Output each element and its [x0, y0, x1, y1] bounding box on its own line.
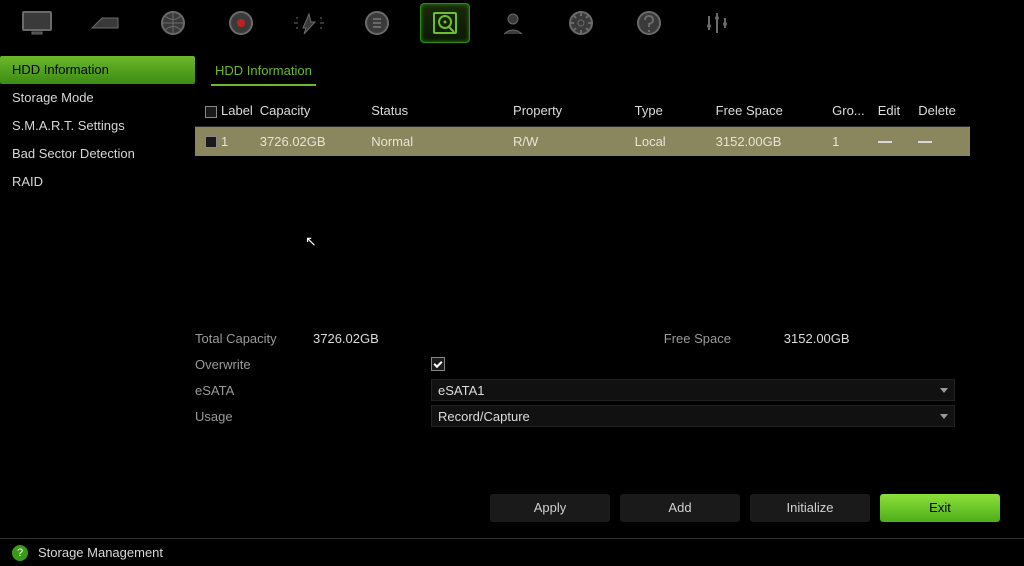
initialize-button[interactable]: Initialize: [750, 494, 870, 522]
sidebar-item-hdd-information[interactable]: HDD Information: [0, 56, 195, 84]
tab-hdd-information[interactable]: HDD Information: [211, 63, 316, 86]
usage-select[interactable]: Record/Capture: [431, 405, 955, 427]
exit-button[interactable]: Exit: [880, 494, 1000, 522]
esata-select[interactable]: eSATA1: [431, 379, 955, 401]
help-icon[interactable]: ?: [12, 545, 28, 561]
mouse-cursor-icon: ↖: [305, 233, 317, 250]
th-property: Property: [509, 96, 631, 126]
sensor-icon[interactable]: [352, 3, 402, 43]
main-panel: HDD Information Label Capacity Status Pr…: [195, 56, 1015, 156]
overwrite-checkbox[interactable]: [431, 357, 445, 371]
summary-panel: Total Capacity 3726.02GB Free Space 3152…: [195, 325, 975, 429]
th-delete: Delete: [914, 96, 970, 126]
label-free-space: Free Space: [664, 331, 784, 346]
equalizer-icon[interactable]: [692, 3, 742, 43]
label-overwrite: Overwrite: [195, 357, 313, 372]
select-all-checkbox[interactable]: [205, 106, 217, 118]
add-button[interactable]: Add: [620, 494, 740, 522]
label-usage: Usage: [195, 409, 313, 424]
th-edit: Edit: [874, 96, 915, 126]
network-icon[interactable]: [148, 3, 198, 43]
th-capacity: Capacity: [256, 96, 367, 126]
button-row: Apply Add Initialize Exit: [490, 494, 1000, 522]
sidebar: HDD Information Storage Mode S.M.A.R.T. …: [0, 56, 195, 196]
device-icon[interactable]: [80, 3, 130, 43]
cell-group: 1: [828, 126, 874, 156]
row-checkbox[interactable]: [205, 136, 217, 148]
info-icon[interactable]: [624, 3, 674, 43]
label-esata: eSATA: [195, 383, 313, 398]
monitor-icon[interactable]: [12, 3, 62, 43]
sidebar-item-bad-sector-detection[interactable]: Bad Sector Detection: [0, 140, 195, 168]
value-free-space: 3152.00GB: [784, 331, 850, 346]
top-toolbar: [0, 0, 1024, 46]
cell-delete[interactable]: [914, 126, 970, 156]
hdd-table: Label Capacity Status Property Type Free…: [195, 96, 970, 156]
cell-free: 3152.00GB: [712, 126, 829, 156]
sidebar-item-smart-settings[interactable]: S.M.A.R.T. Settings: [0, 112, 195, 140]
cell-property: R/W: [509, 126, 631, 156]
th-free-space: Free Space: [712, 96, 829, 126]
system-icon[interactable]: [556, 3, 606, 43]
th-label[interactable]: Label: [195, 96, 256, 126]
value-total-capacity: 3726.02GB: [313, 331, 379, 346]
cell-status: Normal: [367, 126, 509, 156]
status-bar: ? Storage Management: [0, 538, 1024, 566]
th-type: Type: [631, 96, 712, 126]
sidebar-item-raid[interactable]: RAID: [0, 168, 195, 196]
apply-button[interactable]: Apply: [490, 494, 610, 522]
cell-edit[interactable]: [874, 126, 915, 156]
motion-icon[interactable]: [284, 3, 334, 43]
hdd-icon[interactable]: [420, 3, 470, 43]
th-status: Status: [367, 96, 509, 126]
label-total-capacity: Total Capacity: [195, 331, 313, 346]
sidebar-item-storage-mode[interactable]: Storage Mode: [0, 84, 195, 112]
status-text: Storage Management: [38, 545, 163, 560]
user-icon[interactable]: [488, 3, 538, 43]
table-row[interactable]: 1 3726.02GB Normal R/W Local 3152.00GB 1: [195, 126, 970, 156]
th-group: Gro...: [828, 96, 874, 126]
cell-type: Local: [631, 126, 712, 156]
cell-capacity: 3726.02GB: [256, 126, 367, 156]
cell-label: 1: [221, 134, 228, 149]
record-icon[interactable]: [216, 3, 266, 43]
